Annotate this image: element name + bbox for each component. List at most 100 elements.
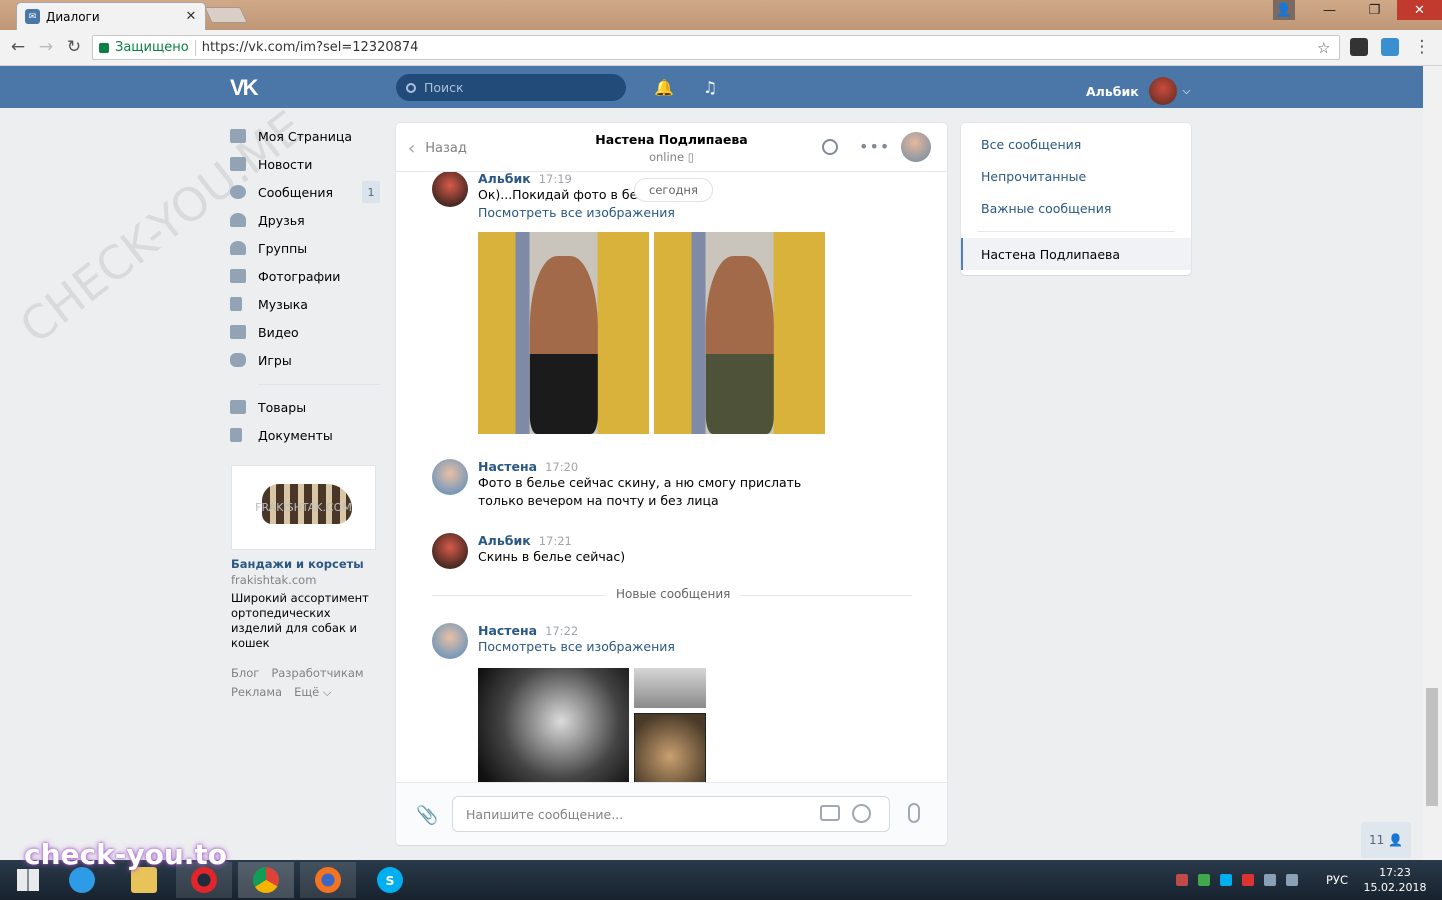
date-pill: сегодня [634, 178, 713, 202]
sidebar-item-messages[interactable]: Сообщения 1 [230, 178, 380, 206]
music-note-icon[interactable]: ♫ [700, 78, 720, 97]
tray-skype-icon[interactable] [1220, 874, 1232, 886]
message-time: 17:21 [538, 534, 572, 548]
photo-attachment[interactable] [478, 232, 649, 434]
sidebar-item-label: Группы [258, 240, 308, 256]
attach-paperclip-icon[interactable]: 📎 [416, 805, 438, 826]
message-time: 17:19 [538, 172, 572, 186]
avatar [1148, 77, 1177, 105]
sidebar-item-news[interactable]: Новости [230, 150, 380, 178]
omnibox-divider [194, 39, 196, 56]
view-all-images-link[interactable]: Посмотреть все изображения [478, 638, 912, 656]
profile-icon[interactable]: 👤 [1273, 0, 1295, 20]
sidebar-ad[interactable]: FRAKISHTAK.COM Бандажи и корсеты frakish… [231, 465, 376, 651]
avatar[interactable] [432, 172, 468, 207]
view-all-images-link[interactable]: Посмотреть все изображения [478, 204, 912, 222]
active-dialog-item[interactable]: Настена Подлипаева [961, 238, 1191, 270]
photo-attachment[interactable] [478, 668, 629, 782]
search-input[interactable]: Поиск [396, 74, 626, 101]
sidebar-item-video[interactable]: Видео [230, 318, 380, 346]
tray-shield-icon[interactable] [1198, 874, 1210, 886]
url-text[interactable]: https://vk.com/im?sel=12320874 [202, 40, 1317, 55]
restore-button[interactable]: ❐ [1352, 0, 1397, 20]
back-arrow-icon[interactable]: ← [8, 37, 28, 57]
keyboard-language[interactable]: РУС [1326, 873, 1348, 887]
notifications-bell-icon[interactable]: 🔔 [654, 78, 674, 97]
new-tab-button[interactable] [204, 7, 248, 23]
menu-divider [258, 384, 380, 385]
sidebar-item-photos[interactable]: Фотографии [230, 262, 380, 290]
address-bar[interactable]: Защищено https://vk.com/im?sel=12320874 … [92, 35, 1340, 60]
avatar[interactable] [432, 459, 468, 495]
filter-all-messages[interactable]: Все сообщения [981, 137, 1081, 152]
system-tray [1176, 860, 1308, 900]
search-icon[interactable] [822, 139, 838, 155]
tab-close-icon[interactable]: ✕ [183, 9, 199, 24]
footer-link-more[interactable]: Ещё ⌵ [294, 685, 332, 699]
header-user-menu[interactable]: Альбик ⌵ [1086, 77, 1190, 105]
close-window-button[interactable]: ✕ [1397, 0, 1442, 20]
peer-avatar[interactable] [901, 132, 931, 162]
volume-icon[interactable] [1286, 874, 1298, 886]
chevron-down-icon: ⌵ [1182, 85, 1191, 97]
footer-link-developers[interactable]: Разработчикам [271, 666, 363, 680]
forward-arrow-icon[interactable]: → [36, 37, 56, 57]
avatar[interactable] [432, 533, 468, 569]
sidebar-item-label: Игры [258, 352, 292, 368]
photo-attachment[interactable] [654, 232, 825, 434]
avatar[interactable] [432, 623, 468, 659]
bookmark-star-icon[interactable]: ☆ [1317, 39, 1339, 57]
reload-icon[interactable]: ↻ [64, 37, 84, 57]
photo-attachment[interactable] [634, 713, 706, 782]
taskbar-clock[interactable]: 17:23 15.02.2018 [1360, 865, 1430, 895]
footer-link-blog[interactable]: Блог [231, 666, 259, 680]
more-icon[interactable]: ••• [859, 137, 890, 156]
minimize-button[interactable]: — [1307, 0, 1352, 20]
footer-link-ads[interactable]: Реклама [231, 685, 282, 699]
message-author[interactable]: Настена 17:22 [478, 623, 912, 638]
chrome-icon[interactable] [238, 862, 294, 898]
microphone-icon[interactable] [908, 803, 920, 823]
ad-description: Широкий ассортимент ортопедических издел… [231, 591, 369, 650]
firefox-icon[interactable] [300, 862, 356, 898]
vk-favicon-icon: ✉ [25, 9, 40, 24]
ad-title[interactable]: Бандажи и корсеты [231, 557, 376, 571]
tray-flag-icon[interactable] [1242, 874, 1254, 886]
filter-important[interactable]: Важные сообщения [981, 201, 1111, 216]
secure-label: Защищено [115, 40, 189, 55]
sidebar-item-label: Моя Страница [258, 128, 352, 144]
clock-time: 17:23 [1379, 866, 1411, 879]
browser-tab[interactable]: ✉ Диалоги ✕ [16, 2, 206, 30]
network-icon[interactable] [1264, 874, 1276, 886]
extension-shield-icon[interactable] [1381, 38, 1399, 56]
online-friends-counter[interactable]: 11 👤 [1361, 822, 1411, 858]
message-composer: 📎 Напишите сообщение... [396, 782, 947, 845]
sidebar-item-games[interactable]: Игры [230, 346, 380, 374]
photo-attachment[interactable] [634, 668, 706, 708]
skype-icon[interactable]: S [362, 862, 418, 898]
emoji-smile-icon[interactable] [852, 804, 871, 823]
sidebar-item-market[interactable]: Товары [230, 393, 380, 421]
message-text: Фото в белье сейчас скину, а ню смогу пр… [478, 475, 802, 508]
sidebar-item-groups[interactable]: Группы [230, 234, 380, 262]
tray-app-icon[interactable] [1176, 874, 1188, 886]
vk-logo[interactable]: VK [230, 75, 259, 101]
message-author[interactable]: Альбик 17:21 [478, 533, 912, 548]
sidebar-item-music[interactable]: Музыка [230, 290, 380, 318]
message-time: 17:22 [545, 624, 579, 638]
friends-icon [230, 213, 246, 227]
extension-icon[interactable] [1350, 38, 1368, 56]
search-icon [406, 82, 416, 93]
message-author[interactable]: Настена 17:20 [478, 459, 912, 474]
sidebar-item-label: Товары [258, 399, 307, 415]
filter-unread[interactable]: Непрочитанные [981, 169, 1086, 184]
message-history[interactable]: Альбик 17:19 Ок)...Покидай фото в белье П… [396, 172, 947, 782]
scrollbar-thumb[interactable] [1426, 688, 1438, 806]
camera-icon[interactable] [820, 805, 840, 821]
browser-menu-icon[interactable]: ⋮ [1412, 37, 1432, 57]
ad-image[interactable]: FRAKISHTAK.COM [231, 465, 376, 550]
sidebar-item-label: Друзья [258, 212, 305, 228]
sidebar-item-friends[interactable]: Друзья [230, 206, 380, 234]
sidebar-item-documents[interactable]: Документы [230, 421, 380, 449]
sidebar-item-my-page[interactable]: Моя Страница [230, 122, 380, 150]
